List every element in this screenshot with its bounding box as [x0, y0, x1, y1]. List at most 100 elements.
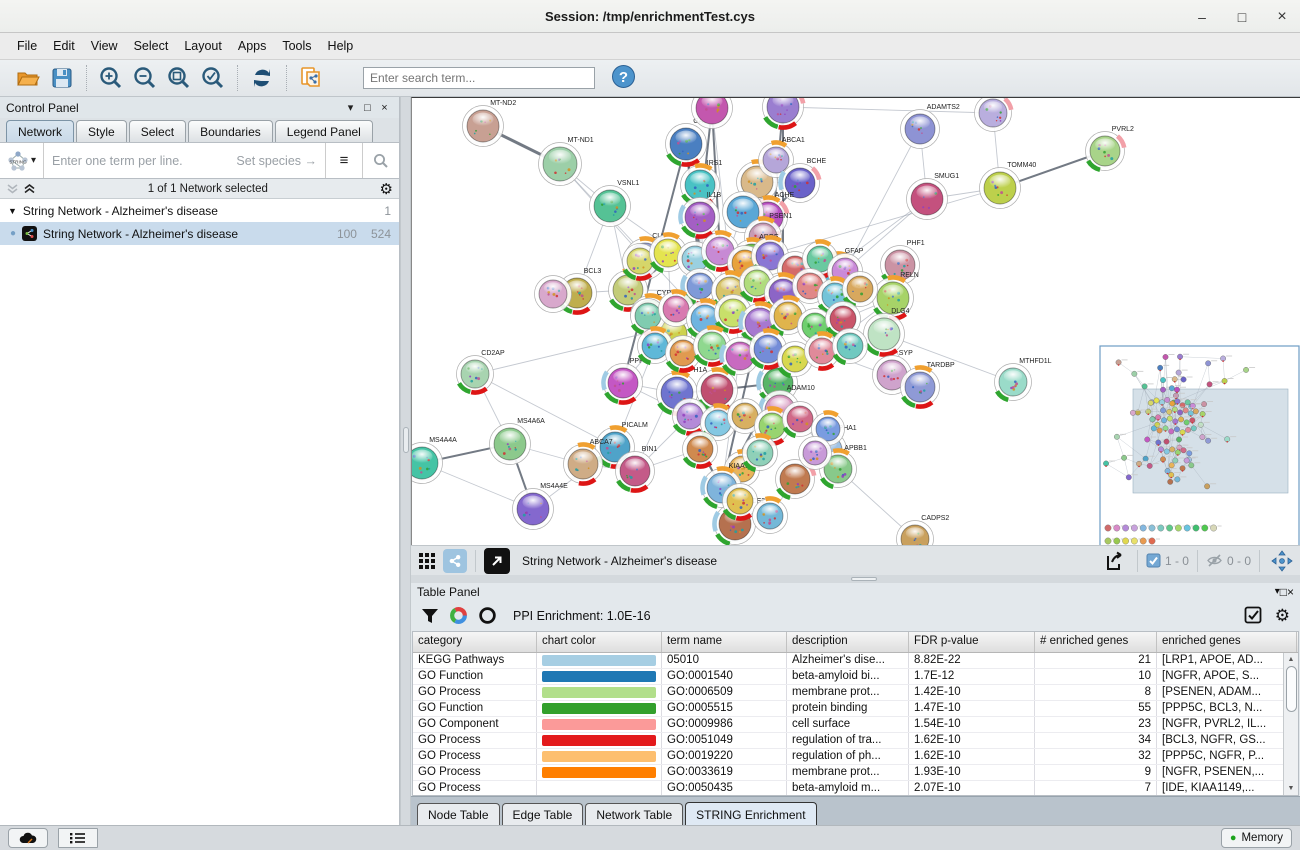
panel-close-icon[interactable]: × [376, 102, 393, 114]
maximize-icon[interactable]: □ [1234, 9, 1250, 25]
zoom-fit-button[interactable] [165, 64, 193, 92]
birdseye-view[interactable] [1100, 346, 1299, 545]
table-settings-gear-icon[interactable]: ⚙ [1275, 606, 1290, 626]
table-row[interactable]: KEGG Pathways05010Alzheimer's dise...8.8… [413, 653, 1298, 669]
expand-triangle-icon[interactable]: ▼ [8, 206, 17, 216]
zoom-in-button[interactable] [97, 64, 125, 92]
open-in-string-button[interactable] [484, 548, 510, 574]
table-row[interactable]: GO ComponentGO:0009986cell surface1.54E-… [413, 717, 1298, 733]
table-splitter[interactable] [411, 575, 1300, 583]
draw-charts-icon[interactable] [449, 606, 468, 625]
network-node[interactable] [833, 329, 868, 364]
select-columns-icon[interactable] [1244, 606, 1263, 625]
table-row[interactable]: GO ProcessGO:0019220regulation of ph...1… [413, 749, 1298, 765]
column-header-6[interactable]: enriched genes [1157, 632, 1297, 652]
network-node[interactable]: TOMM40 [980, 162, 1037, 209]
open-session-button[interactable] [14, 64, 42, 92]
close-icon[interactable]: × [1274, 8, 1290, 26]
tab-edge-table[interactable]: Edge Table [502, 803, 584, 825]
panel-splitter[interactable] [400, 97, 411, 825]
menu-help[interactable]: Help [321, 35, 361, 57]
column-header-2[interactable]: term name [662, 632, 787, 652]
column-header-4[interactable]: FDR p-value [909, 632, 1035, 652]
refresh-layout-button[interactable] [248, 64, 276, 92]
network-row-selected[interactable]: ● String Network - Alzheimer's disease 1… [0, 222, 399, 245]
network-node[interactable] [683, 432, 718, 467]
network-node[interactable]: MS4A4A [412, 437, 457, 484]
tab-string-enrichment[interactable]: STRING Enrichment [685, 802, 816, 825]
menu-view[interactable]: View [84, 35, 125, 57]
table-scrollbar[interactable]: ▲ ▼ [1283, 653, 1298, 795]
tab-node-table[interactable]: Node Table [417, 803, 500, 825]
network-node[interactable]: MT-ND1 [539, 137, 594, 186]
network-collection-row[interactable]: ▼ String Network - Alzheimer's disease 1 [0, 199, 399, 222]
reset-charts-icon[interactable] [478, 606, 497, 625]
minimize-icon[interactable]: – [1194, 9, 1210, 25]
network-canvas[interactable]: MT-ND2MT-ND1VSNL1GAB2IRS1ADAMTS2PVRL2TOM… [411, 97, 1300, 545]
table-row[interactable]: GO ProcessGO:0050435beta-amyloid m...2.0… [413, 781, 1298, 795]
menu-edit[interactable]: Edit [46, 35, 82, 57]
export-network-button[interactable] [1101, 547, 1129, 575]
table-row[interactable]: GO FunctionGO:0001540beta-amyloid bi...1… [413, 669, 1298, 685]
grid-mode-button[interactable] [415, 549, 439, 573]
network-node[interactable]: SMUG1 [907, 173, 960, 220]
menu-apps[interactable]: Apps [231, 35, 274, 57]
network-options-gear-icon[interactable]: ⚙ [380, 180, 393, 198]
tab-style[interactable]: Style [76, 120, 127, 142]
network-node[interactable]: MS4A6A [490, 418, 546, 465]
network-node[interactable]: PVRL2 [1086, 126, 1135, 171]
column-header-3[interactable]: description [787, 632, 909, 652]
tab-network[interactable]: Network [6, 120, 74, 142]
string-search-source-button[interactable]: STRING ▾ [0, 143, 44, 178]
network-node[interactable] [975, 98, 1012, 132]
zoom-selected-button[interactable] [199, 64, 227, 92]
network-node[interactable]: PPP5C [603, 358, 652, 403]
expand-all-icon[interactable] [23, 183, 36, 195]
menu-file[interactable]: File [10, 35, 44, 57]
string-query-input[interactable]: Enter one term per line. Set species → [44, 143, 325, 178]
menu-tools[interactable]: Tools [275, 35, 318, 57]
menu-layout[interactable]: Layout [177, 35, 229, 57]
table-row[interactable]: GO ProcessGO:0033619membrane prot...1.93… [413, 765, 1298, 781]
table-row[interactable]: GO ProcessGO:0006509membrane prot...1.42… [413, 685, 1298, 701]
tab-select[interactable]: Select [129, 120, 186, 142]
help-button[interactable]: ? [611, 64, 636, 92]
memory-button[interactable]: ● Memory [1221, 828, 1292, 848]
network-node[interactable]: VSNL1 [590, 180, 640, 227]
network-node[interactable] [763, 98, 804, 128]
network-node[interactable] [743, 436, 778, 471]
table-row[interactable]: GO ProcessGO:0051049regulation of tra...… [413, 733, 1298, 749]
table-panel-float-icon[interactable]: □ [1280, 585, 1287, 599]
automation-status-button[interactable] [8, 828, 48, 848]
table-row[interactable]: GO FunctionGO:0005515protein binding1.47… [413, 701, 1298, 717]
network-node[interactable]: MS4A4E [513, 483, 569, 530]
column-header-0[interactable]: category [413, 632, 537, 652]
network-node[interactable] [723, 484, 758, 519]
network-node[interactable]: MTHFD1L [995, 358, 1052, 401]
scroll-down-icon[interactable]: ▼ [1288, 782, 1295, 795]
panel-menu-icon[interactable]: ▾ [342, 101, 359, 114]
network-node[interactable] [535, 276, 572, 313]
zoom-out-button[interactable] [131, 64, 159, 92]
string-view-button[interactable] [443, 549, 467, 573]
task-history-button[interactable] [58, 828, 98, 848]
tab-network-table[interactable]: Network Table [585, 803, 683, 825]
network-node[interactable] [843, 272, 878, 307]
tab-boundaries[interactable]: Boundaries [188, 120, 273, 142]
navigate-button[interactable] [1268, 547, 1296, 575]
filter-icon[interactable] [421, 607, 439, 625]
string-options-button[interactable]: ≡ [325, 143, 362, 178]
save-session-button[interactable] [48, 64, 76, 92]
panel-float-icon[interactable]: □ [359, 102, 376, 114]
copy-network-button[interactable] [297, 64, 325, 92]
scroll-up-icon[interactable]: ▲ [1288, 653, 1295, 666]
collapse-all-icon[interactable] [6, 183, 19, 195]
network-node[interactable]: CADPS2 [897, 515, 950, 545]
search-input[interactable] [363, 67, 595, 89]
scrollbar-thumb[interactable] [1286, 666, 1297, 712]
column-header-1[interactable]: chart color [537, 632, 662, 652]
menu-select[interactable]: Select [127, 35, 176, 57]
column-header-5[interactable]: # enriched genes [1035, 632, 1157, 652]
table-panel-close-icon[interactable]: × [1287, 585, 1294, 599]
string-search-button[interactable] [362, 143, 399, 178]
